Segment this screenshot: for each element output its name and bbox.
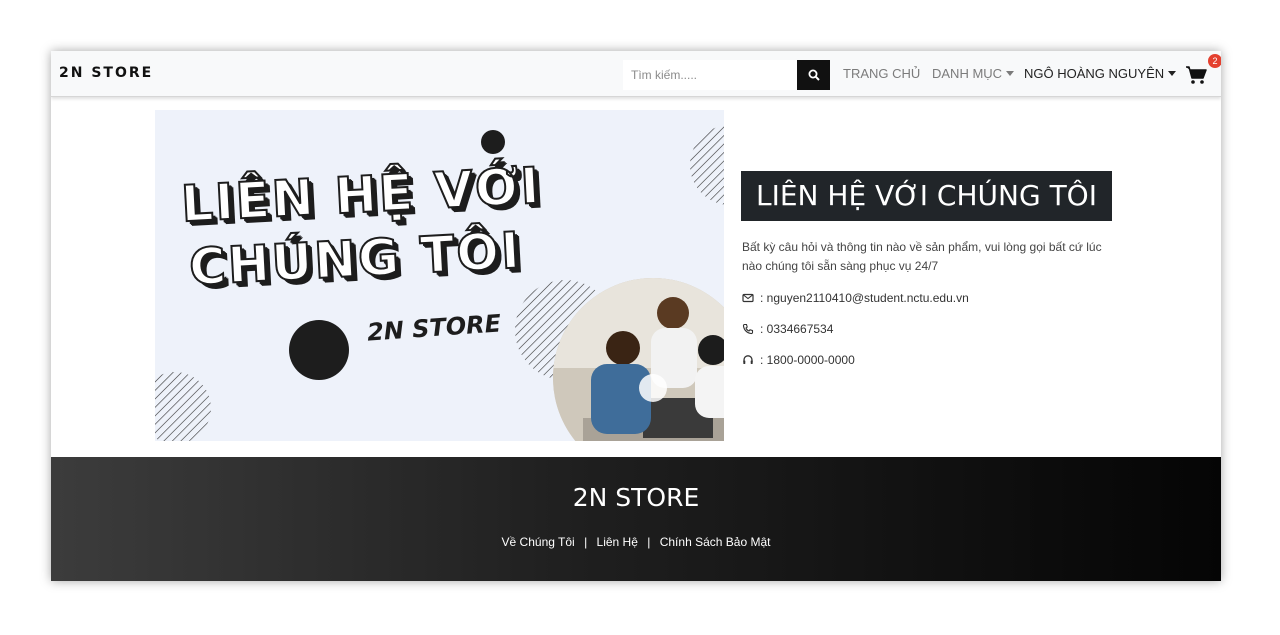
decorative-dot — [481, 130, 505, 154]
chevron-down-icon — [1006, 71, 1015, 76]
footer-separator: | — [647, 535, 651, 549]
footer: 2N STORE Về Chúng Tôi | Liên Hệ | Chính … — [51, 457, 1221, 581]
contact-email-row: : nguyen2110410@student.nctu.edu.vn — [742, 291, 969, 305]
footer-links: Về Chúng Tôi | Liên Hệ | Chính Sách Bảo … — [51, 535, 1221, 549]
footer-separator: | — [584, 535, 588, 549]
page-frame: 2N STORE TRANG CHỦ DANH MỤC NGÔ HOÀNG NG… — [51, 51, 1221, 581]
contact-phone-row: : 0334667534 — [742, 322, 833, 336]
nav-user-dropdown[interactable]: NGÔ HOÀNG NGUYÊN — [1024, 66, 1177, 81]
cart-count-badge: 2 — [1208, 54, 1221, 68]
contact-email[interactable]: : nguyen2110410@student.nctu.edu.vn — [760, 291, 969, 305]
footer-link-privacy[interactable]: Chính Sách Bảo Mật — [660, 535, 771, 549]
contact-title: LIÊN HỆ VỚI CHÚNG TÔI — [741, 171, 1112, 221]
decorative-dot — [289, 320, 349, 380]
footer-brand: 2N STORE — [572, 483, 700, 512]
navbar: 2N STORE TRANG CHỦ DANH MỤC NGÔ HOÀNG NG… — [51, 51, 1221, 97]
headset-icon — [743, 355, 753, 364]
contact-description: Bất kỳ câu hỏi và thông tin nào về sản p… — [742, 240, 1102, 273]
search-icon — [808, 69, 820, 81]
envelope-icon — [742, 293, 754, 303]
contact-hotline[interactable]: : 1800-0000-0000 — [760, 353, 855, 367]
search-button[interactable] — [797, 60, 830, 90]
chevron-down-icon — [1168, 71, 1177, 76]
brand-logo[interactable]: 2N STORE — [59, 65, 153, 81]
phone-icon — [742, 323, 754, 335]
search-input[interactable] — [623, 60, 797, 90]
nav-category-dropdown[interactable]: DANH MỤC — [932, 66, 1015, 81]
footer-link-about[interactable]: Về Chúng Tôi — [502, 535, 575, 549]
hero-banner-image: LIÊN HỆ VỚI CHÚNG TÔI 2N STORE — [155, 110, 724, 441]
footer-link-contact[interactable]: Liên Hệ — [597, 535, 638, 549]
contact-hotline-row: : 1800-0000-0000 — [742, 353, 855, 367]
contact-phone[interactable]: : 0334667534 — [760, 322, 833, 336]
cart-icon[interactable] — [1185, 65, 1207, 85]
nav-home-link[interactable]: TRANG CHỦ — [843, 66, 920, 81]
nav-category-label: DANH MỤC — [932, 66, 1003, 81]
nav-user-label: NGÔ HOÀNG NGUYÊN — [1024, 66, 1165, 81]
